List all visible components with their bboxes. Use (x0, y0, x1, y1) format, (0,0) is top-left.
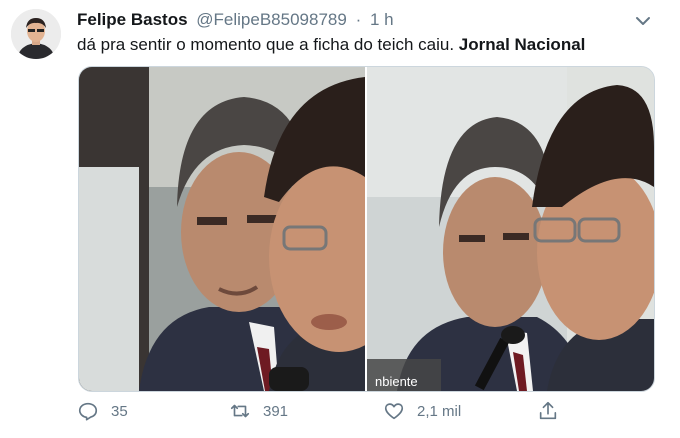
tweet-text-plain: dá pra sentir o momento que a ficha do t… (77, 35, 459, 54)
tweet-header: Felipe Bastos @FelipeB85098789 · 1 h (77, 9, 394, 31)
retweet-count: 391 (263, 402, 289, 420)
like-button[interactable]: 2,1 mil (383, 400, 461, 422)
photo-right-image (367, 67, 654, 391)
photo-caption-overlay: nbiente (367, 359, 441, 391)
tweet-card[interactable]: Felipe Bastos @FelipeB85098789 · 1 h dá … (0, 0, 680, 438)
author-name[interactable]: Felipe Bastos (77, 10, 188, 29)
avatar[interactable] (11, 9, 61, 59)
tweet-actions: 35 391 2,1 mil (77, 400, 637, 426)
separator-dot: · (355, 10, 362, 29)
heart-icon (384, 403, 404, 420)
tweet-text-bold: Jornal Nacional (458, 35, 586, 54)
photo-caption-text: nbiente (375, 374, 418, 389)
tweet-text: dá pra sentir o momento que a ficha do t… (77, 34, 585, 56)
reply-icon (78, 402, 98, 421)
photo-right[interactable]: nbiente (367, 67, 654, 391)
retweet-button[interactable]: 391 (229, 400, 288, 422)
tweet-time[interactable]: 1 h (370, 10, 394, 29)
avatar-image (11, 9, 61, 59)
retweet-icon (230, 404, 250, 418)
chevron-down-icon[interactable] (632, 10, 654, 32)
photo-left-image (79, 67, 365, 391)
share-button[interactable] (537, 400, 571, 422)
author-handle[interactable]: @FelipeB85098789 (196, 10, 347, 29)
photo-left[interactable] (79, 67, 365, 391)
share-icon (539, 401, 557, 420)
reply-count: 35 (111, 402, 128, 420)
like-count: 2,1 mil (417, 402, 462, 420)
reply-button[interactable]: 35 (77, 400, 128, 422)
media-grid[interactable]: nbiente (78, 66, 655, 392)
